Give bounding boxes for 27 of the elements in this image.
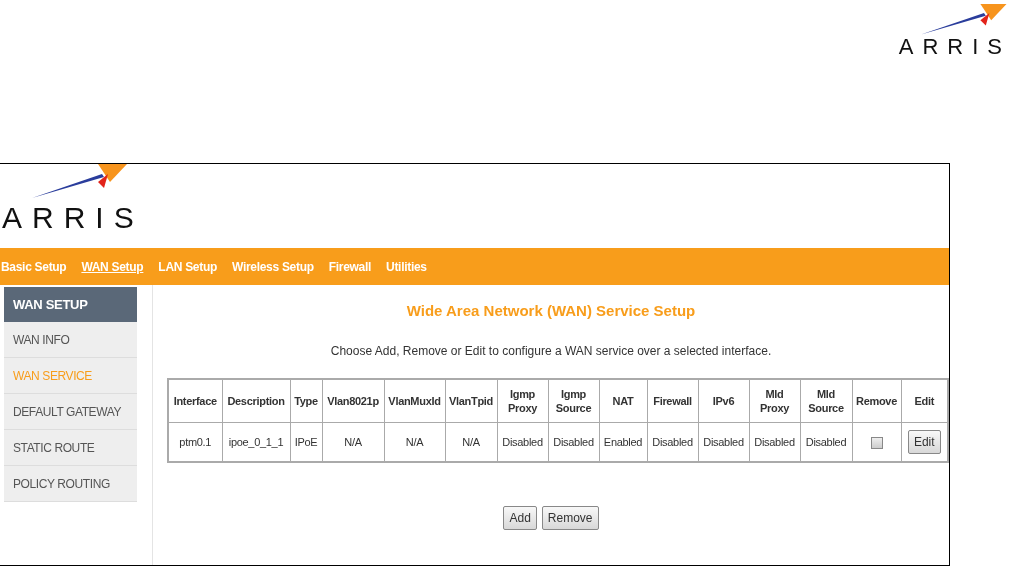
edit-button[interactable]: Edit xyxy=(907,430,941,454)
column-header: Interface xyxy=(168,379,222,423)
sidebar-item[interactable]: WAN INFO xyxy=(4,322,137,358)
sidebar-title: WAN SETUP xyxy=(4,287,137,322)
column-header: Description xyxy=(222,379,290,423)
sidebar-item[interactable]: POLICY ROUTING xyxy=(4,466,137,502)
column-header: Igmp Source xyxy=(548,379,599,423)
column-header: Vlan8021p xyxy=(322,379,384,423)
column-header: Firewall xyxy=(647,379,698,423)
column-header: VlanTpid xyxy=(445,379,497,423)
sidebar-item[interactable]: DEFAULT GATEWAY xyxy=(4,394,137,430)
column-header: Type xyxy=(290,379,322,423)
sidebar-item[interactable]: STATIC ROUTE xyxy=(4,430,137,466)
column-header: Remove xyxy=(852,379,901,423)
column-header: Mld Proxy xyxy=(749,379,800,423)
logo-text: ARRIS xyxy=(898,35,1011,58)
add-button[interactable]: Add xyxy=(503,506,537,530)
remove-checkbox[interactable] xyxy=(870,436,883,449)
column-header: VlanMuxId xyxy=(384,379,445,423)
column-header: Mld Source xyxy=(800,379,852,423)
column-header: NAT xyxy=(599,379,647,423)
column-header: Igmp Proxy xyxy=(497,379,548,423)
remove-button[interactable]: Remove xyxy=(541,506,599,530)
page-title: Wide Area Network (WAN) Service Setup xyxy=(406,302,696,319)
logo-text: ARRIS xyxy=(2,203,144,233)
column-header: IPv6 xyxy=(698,379,749,423)
description-text: Choose Add, Remove or Edit to configure a WAN service over a selected interface. xyxy=(330,344,772,358)
